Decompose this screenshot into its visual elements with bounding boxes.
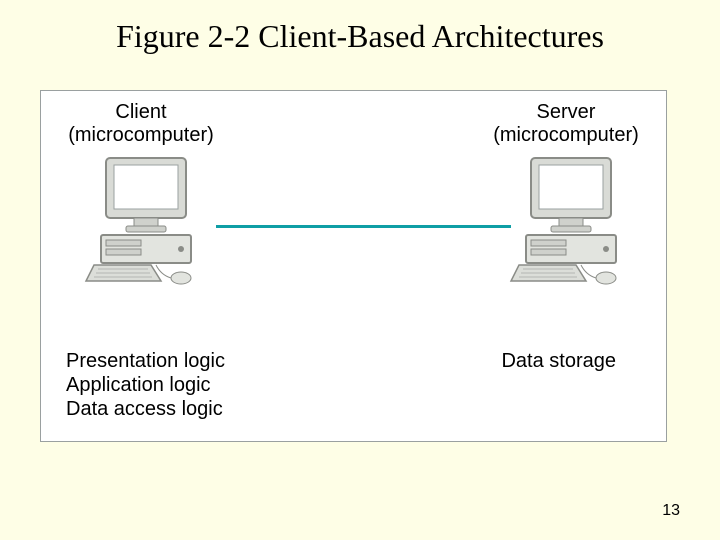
client-label-line2: (microcomputer): [68, 124, 214, 146]
list-item: Data storage: [501, 349, 616, 373]
client-label-line1: Client: [115, 101, 166, 123]
list-item: Presentation logic: [66, 349, 225, 373]
client-label: Client (microcomputer): [61, 101, 221, 147]
server-node: Server (microcomputer): [486, 101, 646, 298]
server-label: Server (microcomputer): [486, 101, 646, 147]
computer-icon: [66, 153, 216, 293]
server-label-line2: (microcomputer): [493, 124, 639, 146]
client-logic-list: Presentation logic Application logic Dat…: [66, 349, 225, 421]
list-item: Data access logic: [66, 397, 225, 421]
page-number: 13: [662, 502, 680, 520]
server-logic-list: Data storage: [501, 349, 616, 373]
list-item: Application logic: [66, 373, 225, 397]
server-label-line1: Server: [537, 101, 596, 123]
network-link-line: [216, 225, 511, 228]
page-title: Figure 2-2 Client-Based Architectures: [0, 18, 720, 55]
client-node: Client (microcomputer): [61, 101, 221, 298]
architecture-diagram: Client (microcomputer) Se: [40, 90, 667, 442]
computer-icon: [491, 153, 641, 293]
